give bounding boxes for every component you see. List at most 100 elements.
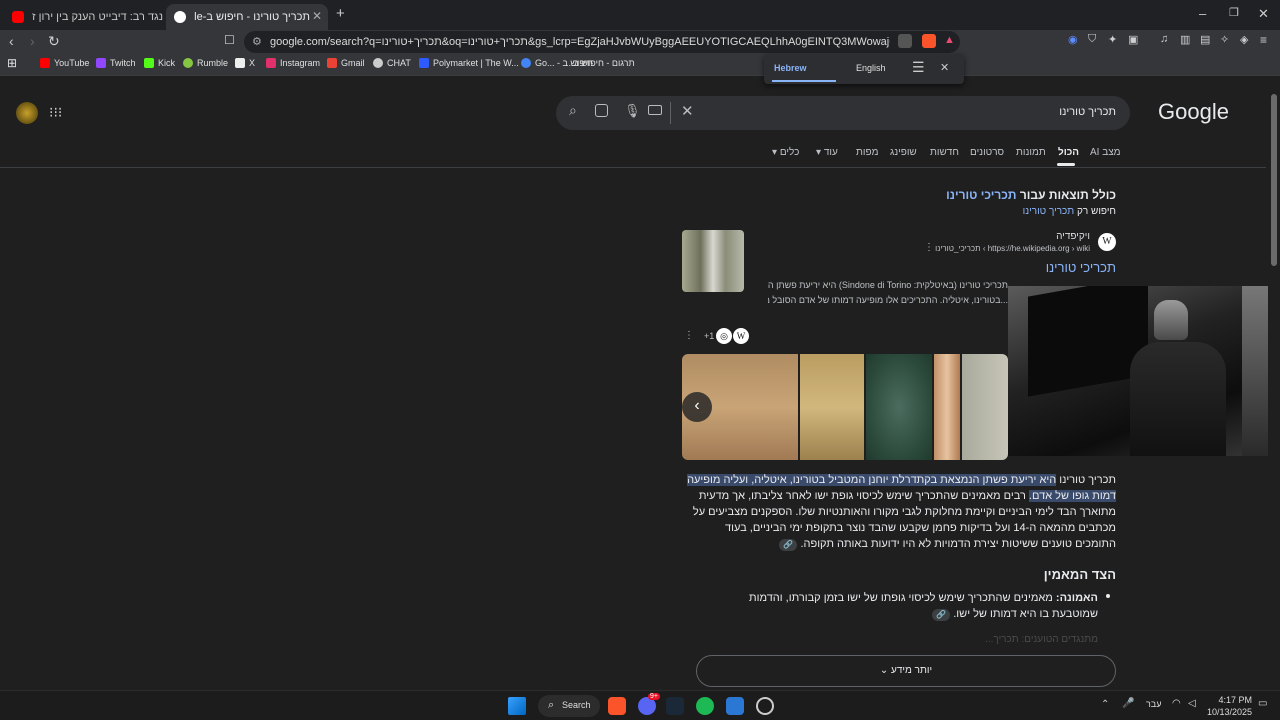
microphone-icon[interactable]: 🎤 [1122, 698, 1134, 709]
notification-icon[interactable]: ▭ [1258, 698, 1267, 709]
translate-close-icon[interactable]: ✕ [940, 61, 949, 74]
search-only-link[interactable]: תכריך טורינו [1023, 206, 1075, 217]
bookmark-translate[interactable]: תרגום - חיפוש ב... [566, 58, 635, 68]
helmet-shape [1154, 300, 1188, 340]
bookmark-x[interactable]: X [235, 58, 255, 68]
voice-search-icon[interactable]: 🎙 [624, 103, 641, 119]
translate-options-icon[interactable]: ☰ [912, 59, 925, 76]
keyboard-icon[interactable] [648, 105, 662, 115]
carousel-image-2[interactable] [800, 354, 864, 460]
chrome-like-icon[interactable] [756, 697, 774, 715]
avatar[interactable] [16, 102, 38, 124]
tab-images[interactable]: תמונות [1016, 147, 1046, 158]
volume-icon[interactable]: ◁ [1188, 698, 1196, 709]
wallet-app-icon[interactable]: ▤ [1200, 33, 1210, 46]
clock-time[interactable]: 4:17 PM [1208, 695, 1252, 705]
bookmark-instagram[interactable]: Instagram [266, 58, 320, 68]
reload-icon[interactable]: ↻ [48, 33, 60, 50]
correction-link[interactable]: תכריכי טורינו [946, 188, 1016, 202]
google-logo[interactable]: Google [1158, 99, 1229, 125]
carousel-image-5[interactable] [962, 354, 1008, 460]
google-apps-icon[interactable]: ⁝⁝⁝ [49, 104, 62, 121]
address-bar[interactable]: ⚙ google.com/search?q=תכריך+טורינו&oq=תכ… [244, 31, 960, 53]
wikipedia-source-icon[interactable]: W [733, 328, 749, 344]
minimize-button[interactable]: – [1199, 6, 1206, 21]
close-tab-icon[interactable]: ✕ [312, 9, 322, 23]
photos-icon[interactable] [726, 697, 744, 715]
tab-google-search[interactable]: תכריך טורינו - חיפוש ב-Google ✕ [166, 4, 328, 30]
selected-tab-indicator [1057, 163, 1075, 166]
result-thumbnail[interactable] [682, 230, 744, 292]
bookmark-chat[interactable]: CHAT [373, 58, 411, 68]
result-more-options-icon[interactable]: ⋮ [924, 242, 934, 253]
sidebar-icon[interactable]: ▥ [1180, 33, 1190, 46]
browser-window: אתאיסט נגד רב: דיבייט הענק בין ירון ז תכ… [0, 0, 1280, 720]
tab-all[interactable]: הכול [1058, 147, 1079, 158]
brave-shields-icon[interactable] [922, 34, 936, 48]
page-scrollbar[interactable] [1268, 86, 1280, 690]
apps-grid-icon[interactable]: ⊞ [7, 56, 17, 70]
taskbar-search[interactable]: ⌕ Search [538, 695, 600, 717]
leo-ai-icon[interactable]: ✧ [1220, 33, 1229, 46]
show-more-label: יותר מידע [891, 665, 933, 676]
tab-maps[interactable]: מפות [856, 147, 878, 158]
tray-overflow-icon[interactable]: ⌃ [1101, 699, 1109, 710]
search-icon[interactable]: ⌕ [569, 102, 577, 119]
vpn-icon[interactable]: ◈ [1240, 33, 1248, 46]
shield-icon[interactable]: ⛉ [1088, 33, 1096, 46]
bullet-label: האמונה: [1055, 592, 1098, 604]
carousel-image-3[interactable] [866, 354, 932, 460]
bookmarks-bar: ⊞ YouTube Twitch Kick Rumble X Instagram… [0, 54, 1280, 76]
translate-language-english[interactable]: English [856, 63, 886, 73]
result-title[interactable]: תכריכי טורינו [1046, 260, 1116, 275]
bookmark-twitch[interactable]: Twitch [96, 58, 136, 68]
back-icon[interactable]: ‹ [9, 33, 14, 49]
input-language[interactable]: עבר [1146, 699, 1161, 709]
tab-ai-mode[interactable]: מצב AI [1090, 147, 1121, 158]
lens-icon[interactable] [595, 104, 608, 117]
wifi-icon[interactable]: ◠ [1172, 698, 1181, 709]
wallet-icon[interactable]: ◉ [1068, 33, 1078, 46]
menu-icon[interactable]: ≡ [1260, 33, 1267, 47]
steam-icon[interactable] [666, 697, 684, 715]
translate-icon[interactable] [898, 34, 912, 48]
clock-date[interactable]: 10/13/2025 [1206, 707, 1252, 717]
carousel-prev-icon[interactable]: ‹ [682, 392, 712, 422]
bookmark-icon[interactable]: ☐ [224, 33, 235, 47]
search-box[interactable]: תכריך טורינו ✕ 🎙 ⌕ [556, 96, 1130, 130]
windows-start-icon[interactable] [508, 697, 526, 715]
media-icon[interactable]: ♫ [1160, 33, 1168, 45]
search-input[interactable]: תכריך טורינו [1059, 106, 1116, 118]
overlay-knight-image [1008, 286, 1280, 456]
bookmark-kick[interactable]: Kick [144, 58, 175, 68]
close-window-button[interactable]: ✕ [1258, 6, 1269, 22]
tab-videos[interactable]: סרטונים [970, 147, 1004, 158]
sources-more-icon[interactable]: ⋮ [684, 330, 694, 341]
tab-tools[interactable]: כלים ▾ [772, 147, 799, 158]
clear-search-icon[interactable]: ✕ [681, 102, 694, 120]
brave-icon[interactable] [608, 697, 626, 715]
screenshot-icon[interactable]: ▣ [1128, 33, 1138, 46]
site-info-icon[interactable]: ⚙ [252, 35, 262, 48]
tab-news[interactable]: חדשות [930, 147, 959, 158]
citation-link-icon[interactable]: 🔗 [779, 539, 798, 551]
source-icon[interactable]: ◎ [716, 328, 732, 344]
forward-icon[interactable]: › [30, 33, 35, 49]
show-more-button[interactable]: ⌄ יותר מידע [696, 655, 1116, 687]
translate-language-hebrew[interactable]: Hebrew [774, 63, 807, 73]
tab-more[interactable]: עוד ▾ [816, 147, 838, 158]
new-tab-button[interactable]: + [336, 5, 345, 22]
tab-shopping[interactable]: שופינג [890, 147, 917, 158]
restore-button[interactable]: ❐ [1229, 6, 1239, 19]
scrollbar-thumb[interactable] [1271, 94, 1277, 266]
bookmark-rumble[interactable]: Rumble [183, 58, 228, 68]
bookmark-youtube[interactable]: YouTube [40, 58, 89, 68]
extensions-icon[interactable]: ✦ [1108, 33, 1117, 46]
carousel-image-4[interactable] [934, 354, 960, 460]
bookmark-polymarket[interactable]: Polymarket | The W... [419, 58, 519, 68]
spotify-icon[interactable] [696, 697, 714, 715]
bookmark-gmail[interactable]: Gmail [327, 58, 365, 68]
tab-youtube[interactable]: אתאיסט נגד רב: דיבייט הענק בין ירון ז [4, 4, 164, 30]
citation-link-icon[interactable]: 🔗 [932, 609, 951, 621]
brave-rewards-icon[interactable]: ▲ [944, 34, 955, 46]
